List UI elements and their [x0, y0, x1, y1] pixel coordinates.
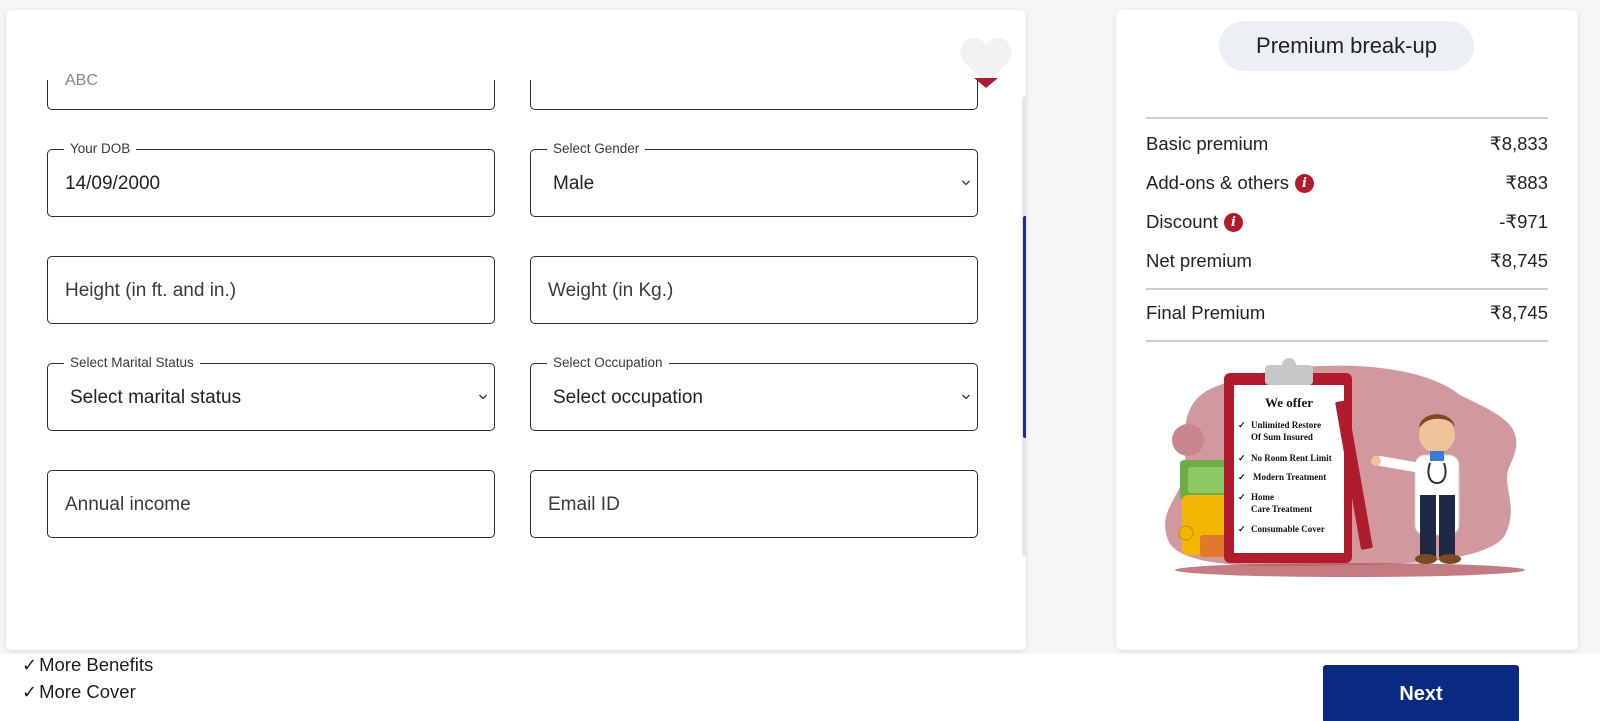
offer-item: Unlimited Restore [1251, 420, 1321, 430]
gender-value: Male [553, 173, 595, 194]
svg-text:✓: ✓ [1238, 453, 1246, 463]
premium-row-addons: Add-ons & others i ₹883 [1146, 170, 1548, 196]
check-icon: ✓ [22, 682, 38, 702]
addons-label: Add-ons & others [1146, 172, 1289, 193]
we-offer-illustration: We offer ✓ Unlimited Restore Of Sum Insu… [1165, 358, 1525, 577]
occupation-legend: Select Occupation [547, 355, 669, 370]
name-field-value: ABC [65, 72, 98, 89]
divider [1146, 288, 1548, 290]
premium-panel: Premium break-up Basic premium ₹8,833 Ad… [1116, 10, 1578, 650]
svg-text:✓: ✓ [1238, 420, 1246, 430]
form-panel: ABC Your DOB 14/09/2000 Select Gender Ma… [6, 10, 1026, 650]
info-icon[interactable]: i [1294, 173, 1314, 193]
chevron-down-icon [962, 394, 970, 400]
weight-placeholder: Weight (in Kg.) [548, 280, 674, 301]
benefit-item: ✓ More Benefits [22, 654, 153, 676]
svg-text:✓: ✓ [1238, 524, 1246, 534]
next-button[interactable]: Next [1323, 665, 1519, 721]
net-premium-label: Net premium [1146, 250, 1252, 271]
chevron-down-icon [479, 394, 487, 400]
occupation-select[interactable]: Select Occupation Select occupation [530, 355, 978, 431]
we-offer-heading: We offer [1265, 395, 1313, 410]
height-placeholder: Height (in ft. and in.) [65, 280, 237, 301]
premium-title: Premium break-up [1219, 21, 1474, 71]
offer-item: Home [1251, 492, 1274, 502]
scrollbar-thumb[interactable] [1023, 216, 1026, 438]
chevron-down-icon [962, 180, 970, 186]
basic-premium-label: Basic premium [1146, 133, 1269, 154]
premium-row-final: Final Premium ₹8,745 [1146, 300, 1548, 326]
income-placeholder: Annual income [65, 494, 191, 515]
benefit-item: ✓ More Cover [22, 681, 136, 703]
weight-field[interactable]: Weight (in Kg.) [530, 256, 978, 324]
footer-bar: ✓ More Benefits ✓ More Cover Next [0, 654, 1600, 721]
marital-value: Select marital status [70, 387, 242, 408]
offer-item: Care Treatment [1251, 504, 1312, 514]
offer-item: Of Sum Insured [1251, 432, 1313, 442]
discount-value: -₹971 [1499, 211, 1548, 232]
gender-select[interactable]: Select Gender Male [530, 141, 978, 217]
email-placeholder: Email ID [548, 494, 620, 515]
svg-text:✓: ✓ [1238, 472, 1246, 482]
benefit-label: More Benefits [39, 654, 154, 675]
svg-text:✓: ✓ [1238, 492, 1246, 502]
check-icon: ✓ [22, 655, 38, 675]
gender-legend: Select Gender [547, 141, 646, 156]
final-premium-label: Final Premium [1146, 302, 1266, 323]
annual-income-field[interactable]: Annual income [47, 470, 495, 538]
premium-row-net: Net premium ₹8,745 [1146, 248, 1548, 274]
offer-item: No Room Rent Limit [1251, 453, 1332, 463]
divider [1146, 340, 1548, 342]
benefit-label: More Cover [39, 681, 136, 702]
discount-label: Discount [1146, 211, 1218, 232]
basic-premium-value: ₹8,833 [1489, 133, 1548, 154]
premium-row-discount: Discount i -₹971 [1146, 209, 1548, 235]
addons-value: ₹883 [1505, 172, 1548, 193]
dob-field[interactable]: Your DOB 14/09/2000 [47, 141, 495, 217]
email-field[interactable]: Email ID [530, 470, 978, 538]
dob-legend: Your DOB [64, 141, 137, 156]
info-icon[interactable]: i [1223, 212, 1243, 232]
marital-status-select[interactable]: Select Marital Status Select marital sta… [47, 355, 495, 431]
final-premium-value: ₹8,745 [1489, 302, 1548, 323]
height-field[interactable]: Height (in ft. and in.) [47, 256, 495, 324]
offer-item: Consumable Cover [1251, 524, 1325, 534]
offer-item: Modern Treatment [1253, 472, 1326, 482]
name-field[interactable]: ABC [47, 72, 495, 110]
marital-legend: Select Marital Status [64, 355, 200, 370]
premium-row-basic: Basic premium ₹8,833 [1146, 131, 1548, 157]
divider [1146, 117, 1548, 119]
net-premium-value: ₹8,745 [1489, 250, 1548, 271]
dob-value: 14/09/2000 [65, 173, 161, 194]
occupation-value: Select occupation [553, 387, 703, 408]
mobile-field[interactable] [530, 80, 978, 110]
